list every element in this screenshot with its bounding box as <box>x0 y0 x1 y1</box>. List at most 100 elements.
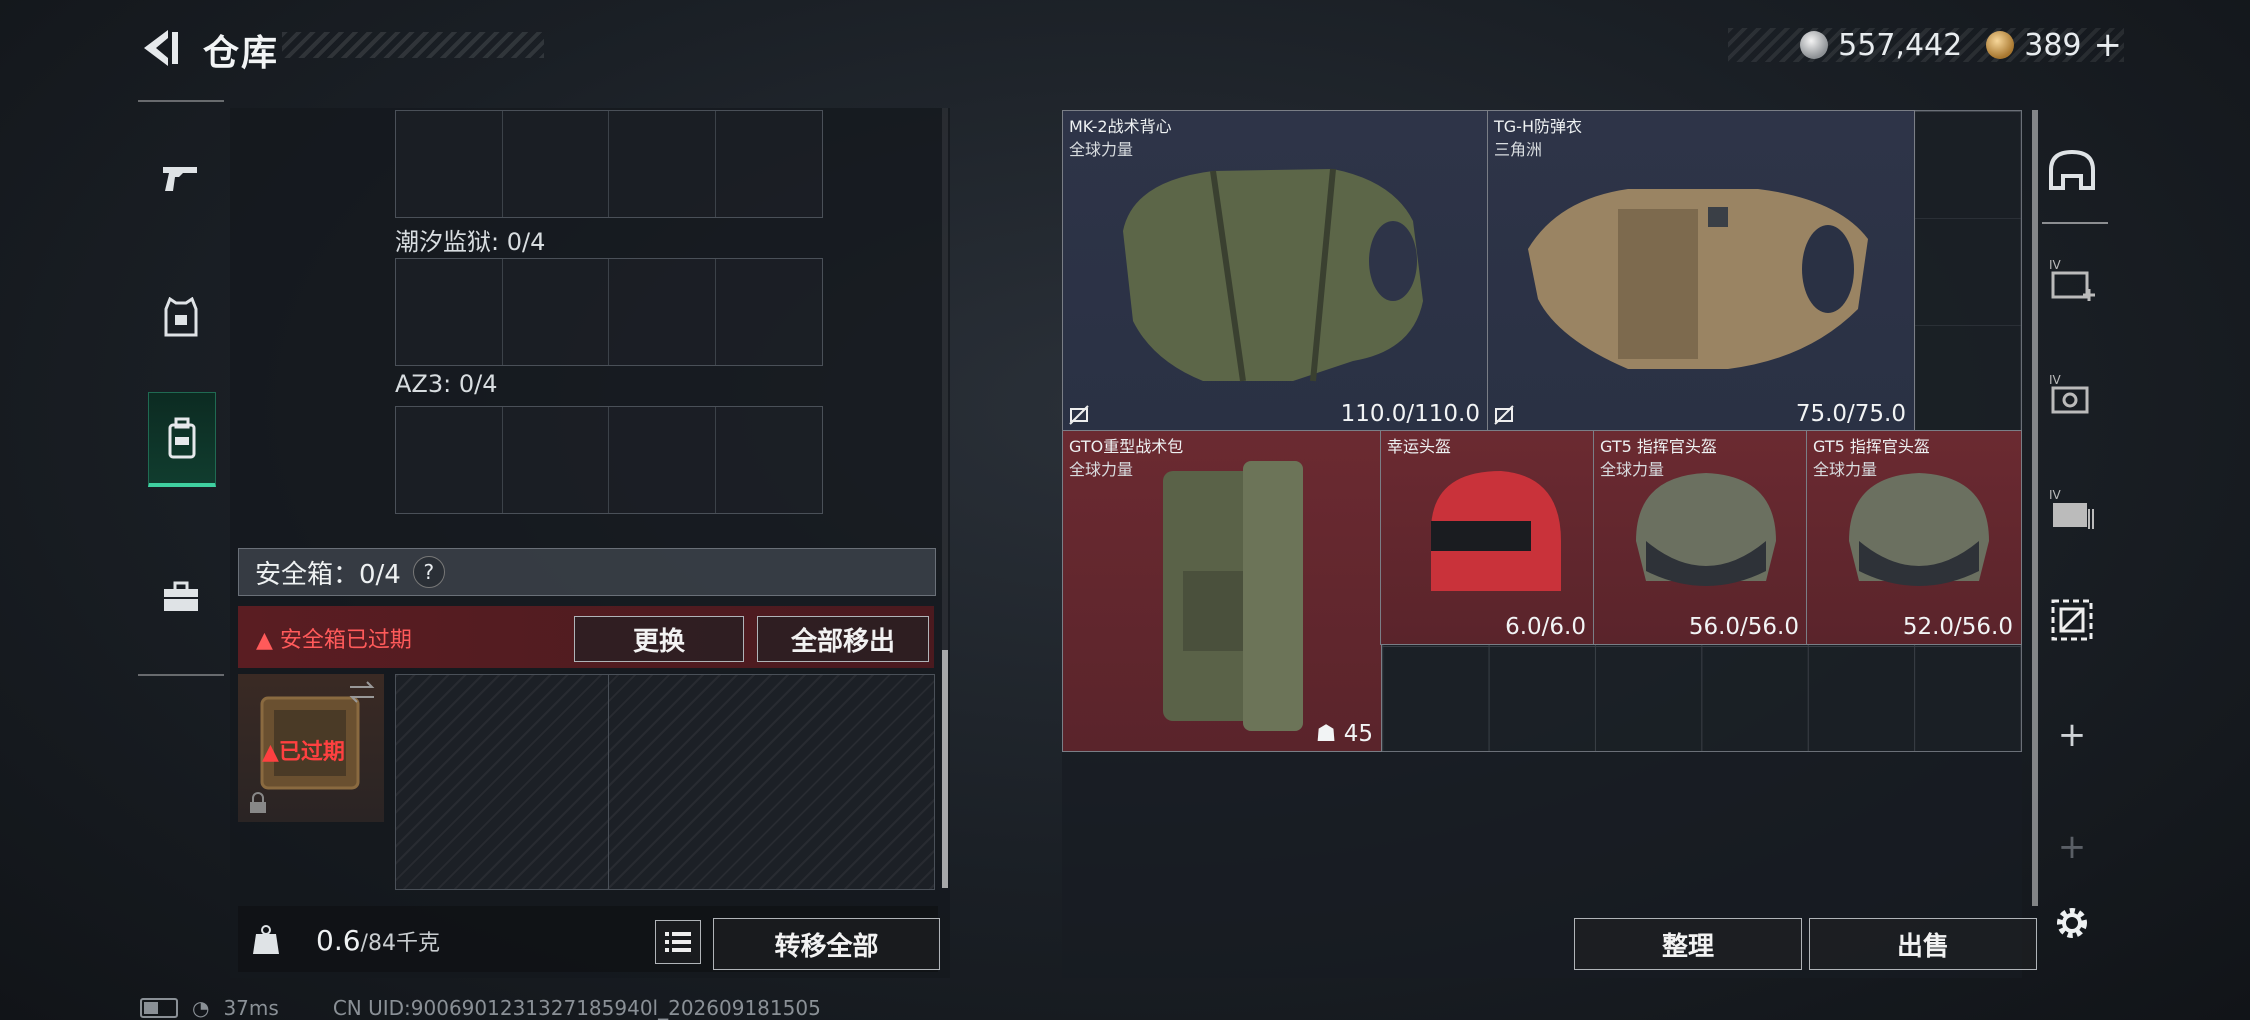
safebox-header: 安全箱：0/4 ? <box>238 548 936 596</box>
slot-group-label: AZ3: 0/4 <box>395 370 498 398</box>
no-trade-icon <box>1069 405 1089 425</box>
helmet-slot-icon <box>2049 149 2095 190</box>
backpack-item-image <box>1163 461 1303 731</box>
silver-coin-icon <box>1800 31 1829 59</box>
safebox-label: 安全箱：0/4 <box>255 559 401 590</box>
right-nav-divider <box>2042 222 2108 224</box>
settings-button[interactable] <box>2042 888 2102 958</box>
storage-slot-row[interactable] <box>395 110 823 218</box>
warning-icon: ▲ <box>262 740 279 765</box>
page-title: 仓库 <box>203 33 280 74</box>
remove-all-button[interactable]: 全部移出 <box>757 616 929 662</box>
pistol-icon <box>163 167 197 191</box>
item-name: MK-2战术背心 <box>1069 117 1172 136</box>
expired-warning: ▲ 安全箱已过期 <box>256 622 412 654</box>
item-name: TG-H防弹衣 <box>1494 117 1582 136</box>
plus-icon: + <box>2057 715 2087 755</box>
uid-text: CN UID:9006901231327185940l_202609181505 <box>332 996 821 1020</box>
swap-icon <box>349 681 375 703</box>
storage-slot-row[interactable] <box>395 406 823 514</box>
item-faction: 三角洲 <box>1494 140 1543 159</box>
backpack-slot-icon: IV <box>2049 488 2094 529</box>
help-button[interactable]: ? <box>412 556 445 588</box>
svg-text:IV: IV <box>2049 373 2062 387</box>
transfer-all-button[interactable]: 转移全部 <box>713 918 940 970</box>
vest-slot-icon: IV <box>2049 373 2089 414</box>
add-currency-button[interactable]: + <box>2094 25 2123 65</box>
gear-icon <box>2057 908 2087 938</box>
item-durability: 52.0/56.0 <box>1902 614 2013 640</box>
weight-icon <box>253 925 279 954</box>
inventory-item[interactable]: 幸运头盔 6.0/6.0 <box>1380 430 1595 645</box>
add-vest-icon: IV <box>2049 258 2095 301</box>
backpack-icon <box>168 417 196 459</box>
item-durability: 110.0/110.0 <box>1340 401 1480 427</box>
warning-icon: ▲ <box>256 628 273 653</box>
nav-armor[interactable] <box>148 272 214 362</box>
battery-icon <box>140 998 178 1018</box>
inventory-item[interactable]: GT5 指挥官头盔 全球力量 56.0/56.0 <box>1593 430 1808 645</box>
weight-current: 0.6 <box>316 924 361 957</box>
expired-message: 安全箱已过期 <box>279 628 412 653</box>
list-view-button[interactable] <box>655 920 701 964</box>
back-arrow-icon[interactable] <box>138 26 182 70</box>
nav-case[interactable] <box>148 552 214 642</box>
backpack-slot-tab[interactable]: IV <box>2042 475 2102 545</box>
add-slot-button[interactable]: + <box>2042 700 2102 770</box>
safebox-storage-grid[interactable] <box>395 674 935 890</box>
wifi-icon: ◔ <box>192 996 210 1020</box>
ping-readout: 37ms <box>223 996 279 1020</box>
left-scrollbar-thumb[interactable] <box>942 650 948 888</box>
sell-button[interactable]: 出售 <box>1809 918 2037 970</box>
safebox-expired-tag: ▲已过期 <box>262 734 345 766</box>
capacity-icon: ☗ <box>1315 721 1337 747</box>
briefcase-icon <box>164 581 198 611</box>
vest-item-image <box>1123 168 1423 382</box>
item-capacity: ☗ 45 <box>1316 721 1373 747</box>
title-decoration <box>282 32 544 58</box>
svg-text:IV: IV <box>2049 488 2062 502</box>
silver-amount: 557,442 <box>1838 27 1963 63</box>
helmet-item-image <box>1636 473 1776 586</box>
sort-button[interactable]: 整理 <box>1574 918 1802 970</box>
plus-icon: + <box>2057 827 2087 867</box>
currency-bar: 557,442 389 + <box>1728 25 2124 65</box>
grid-select-icon <box>2051 599 2093 641</box>
gold-coin-icon <box>1986 31 2015 59</box>
inventory-item[interactable]: GT5 指挥官头盔 全球力量 52.0/56.0 <box>1806 430 2022 645</box>
armor-item-image <box>1528 189 1868 369</box>
item-faction: 全球力量 <box>1069 460 1134 479</box>
inventory-item[interactable]: MK-2战术背心 全球力量 110.0/110.0 <box>1062 110 1489 432</box>
status-footer: ◔ 37ms CN UID:9006901231327185940l_20260… <box>140 996 821 1020</box>
helmet-item-image <box>1431 471 1561 591</box>
left-category-nav <box>138 100 224 676</box>
storage-slot-row[interactable] <box>395 258 823 366</box>
add-vest-tab[interactable]: IV <box>2042 245 2102 315</box>
list-icon <box>665 932 691 952</box>
item-durability: 56.0/56.0 <box>1688 614 1799 640</box>
inventory-item[interactable]: GTO重型战术包 全球力量 ☗ 45 <box>1062 430 1382 752</box>
capacity-value: 45 <box>1343 721 1373 747</box>
add-slot-button-disabled[interactable]: + <box>2042 812 2102 882</box>
helmet-item-image <box>1849 473 1989 586</box>
vest-icon <box>164 297 198 337</box>
item-durability: 75.0/75.0 <box>1795 401 1906 427</box>
item-name: 幸运头盔 <box>1387 437 1452 456</box>
item-durability: 6.0/6.0 <box>1505 614 1586 640</box>
nav-weapons[interactable] <box>148 132 214 222</box>
vest-slot-tab[interactable]: IV <box>2042 360 2102 430</box>
lock-icon <box>250 792 266 813</box>
expired-status: 已过期 <box>278 740 345 765</box>
replace-button[interactable]: 更换 <box>574 616 744 662</box>
inventory-item[interactable]: TG-H防弹衣 三角洲 75.0/75.0 <box>1487 110 1915 432</box>
grid-select-tab[interactable] <box>2042 585 2102 655</box>
item-name: GT5 指挥官头盔 <box>1600 437 1717 456</box>
helmet-slot-tab[interactable] <box>2042 136 2102 206</box>
no-trade-icon <box>1494 405 1514 425</box>
weight-readout: 0.6/84千克 <box>316 924 440 957</box>
right-scrollbar[interactable] <box>2032 110 2038 906</box>
weight-max: /84千克 <box>360 931 440 956</box>
safebox-thumbnail[interactable]: ▲已过期 <box>238 674 384 822</box>
nav-backpack[interactable] <box>148 392 216 487</box>
svg-text:IV: IV <box>2049 258 2062 272</box>
